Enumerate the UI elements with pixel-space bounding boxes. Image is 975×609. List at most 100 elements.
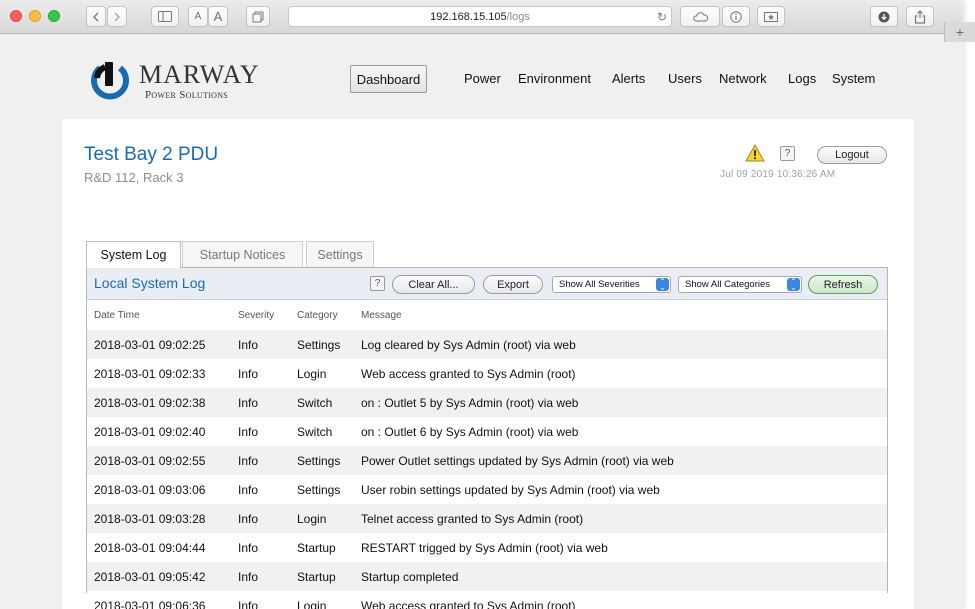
table-row: 2018-03-01 09:02:33 Info Login Web access g… [87, 359, 887, 388]
log-cell-datetime: 2018-03-01 09:06:36 [87, 591, 231, 609]
log-cell-severity: Info [231, 533, 290, 562]
forward-button[interactable] [107, 6, 127, 27]
address-bar[interactable]: 192.168.15.105/logs [288, 6, 672, 27]
table-row: 2018-03-01 09:03:28 Info Login Telnet acces… [87, 504, 887, 533]
table-row: 2018-03-01 09:02:55 Info Settings Power Out… [87, 446, 887, 475]
log-cell-message: User robin settings updated by Sys Admin… [354, 475, 887, 504]
log-help-label: ? [374, 278, 381, 289]
new-tab-button[interactable]: + [944, 22, 975, 42]
nav-alerts[interactable]: Alerts [612, 71, 645, 86]
device-location: R&D 112, Rack 3 [84, 170, 184, 185]
downloads-button[interactable] [870, 6, 898, 27]
increase-text-size-button[interactable]: A [208, 6, 228, 27]
table-row: 2018-03-01 09:02:40 Info Switch on : Outlet… [87, 417, 887, 446]
severity-filter-value: Show All Severities [559, 279, 640, 290]
close-window-button[interactable] [10, 10, 22, 22]
log-cell-category: Settings [290, 475, 354, 504]
table-row: 2018-03-01 09:02:38 Info Switch on : Outlet… [87, 388, 887, 417]
nav-system[interactable]: System [832, 71, 875, 86]
download-icon [878, 11, 890, 22]
nav-dashboard-label: Dashboard [356, 71, 421, 87]
log-cell-message: Telnet access granted to Sys Admin (root… [354, 504, 887, 533]
log-table-header: Date Time Severity Category Message [87, 301, 887, 330]
log-cell-category: Settings [290, 446, 354, 475]
tab-startup-notices-label: Startup Notices [199, 247, 286, 262]
table-row: 2018-03-01 09:05:42 Info Startup Startup co… [87, 562, 887, 591]
log-cell-datetime: 2018-03-01 09:04:44 [87, 533, 231, 562]
log-cell-message: RESTART trigged by Sys Admin (root) via … [354, 533, 887, 562]
chevron-right-icon [114, 12, 120, 21]
logout-label: Logout [835, 149, 869, 161]
nav-users[interactable]: Users [668, 71, 702, 86]
browser-window: A A 192.168.15.105/logs ↻ MARWAY Power S… [0, 0, 975, 609]
category-filter-select[interactable]: Show All Categories ⌃ ⌄ [678, 276, 802, 293]
log-cell-category: Login [290, 591, 354, 609]
select-chevron-icon: ⌃ ⌄ [656, 277, 669, 291]
nav-power[interactable]: Power [464, 71, 501, 86]
log-cell-message: Web access granted to Sys Admin (root) [354, 359, 887, 388]
log-cell-datetime: 2018-03-01 09:05:42 [87, 562, 231, 591]
tabs-icon [252, 11, 264, 22]
log-cell-severity: Info [231, 417, 290, 446]
log-cell-severity: Info [231, 562, 290, 591]
log-help-button[interactable]: ? [370, 276, 385, 291]
back-button[interactable] [86, 6, 106, 27]
column-header-datetime: Date Time [94, 310, 140, 321]
log-table: Date Time Severity Category Message 2018… [87, 301, 887, 609]
nav-logs[interactable]: Logs [788, 71, 816, 86]
brand-tagline: Power Solutions [145, 89, 229, 101]
log-cell-category: Switch [290, 417, 354, 446]
clear-all-label: Clear All... [408, 278, 459, 291]
brand-name: MARWAY [139, 60, 260, 89]
log-cell-message: Log cleared by Sys Admin (root) via web [354, 330, 887, 359]
log-cell-severity: Info [231, 446, 290, 475]
severity-filter-select[interactable]: Show All Severities ⌃ ⌄ [552, 276, 671, 293]
refresh-button[interactable]: Refresh [808, 275, 878, 294]
log-cell-severity: Info [231, 359, 290, 388]
share-button[interactable] [906, 6, 934, 27]
column-header-category: Category [297, 310, 338, 321]
tab-system-log[interactable]: System Log [86, 241, 181, 268]
log-cell-category: Settings [290, 330, 354, 359]
log-cell-severity: Info [231, 504, 290, 533]
warning-icon[interactable] [745, 144, 765, 162]
nav-environment[interactable]: Environment [518, 71, 591, 86]
log-cell-category: Startup [290, 562, 354, 591]
log-cell-datetime: 2018-03-01 09:03:06 [87, 475, 231, 504]
bookmark-button[interactable] [757, 6, 785, 27]
log-cell-message: on : Outlet 6 by Sys Admin (root) via we… [354, 417, 887, 446]
log-cell-severity: Info [231, 591, 290, 609]
select-chevron-icon: ⌃ ⌄ [787, 277, 800, 291]
log-cell-datetime: 2018-03-01 09:02:40 [87, 417, 231, 446]
log-cell-severity: Info [231, 388, 290, 417]
sidebar-icon [158, 11, 172, 22]
log-cell-datetime: 2018-03-01 09:02:33 [87, 359, 231, 388]
help-button[interactable]: ? [780, 146, 795, 161]
info-button[interactable] [722, 6, 750, 27]
table-row: 2018-03-01 09:06:36 Info Login Web access g… [87, 591, 887, 609]
sidebar-button[interactable] [151, 6, 179, 27]
logout-button[interactable]: Logout [817, 146, 887, 164]
system-log-panel: Local System Log ? Clear All... Export S… [86, 267, 888, 609]
reload-icon[interactable]: ↻ [657, 10, 667, 24]
clear-all-button[interactable]: Clear All... [392, 275, 475, 294]
decrease-text-size-button[interactable]: A [188, 6, 208, 27]
log-cell-datetime: 2018-03-01 09:02:55 [87, 446, 231, 475]
log-cell-category: Switch [290, 388, 354, 417]
tab-startup-notices[interactable]: Startup Notices [182, 241, 303, 267]
export-button[interactable]: Export [483, 275, 543, 294]
log-cell-category: Login [290, 504, 354, 533]
log-cell-datetime: 2018-03-01 09:02:38 [87, 388, 231, 417]
log-cell-datetime: 2018-03-01 09:02:25 [87, 330, 231, 359]
tab-overview-button[interactable] [246, 6, 270, 27]
zoom-window-button[interactable] [48, 10, 60, 22]
marway-power-logo-icon [91, 62, 129, 100]
log-cell-severity: Info [231, 330, 290, 359]
refresh-label: Refresh [823, 278, 863, 291]
log-cell-message: on : Outlet 5 by Sys Admin (root) via we… [354, 388, 887, 417]
nav-network[interactable]: Network [719, 71, 767, 86]
tab-settings[interactable]: Settings [306, 241, 374, 267]
icloud-tabs-button[interactable] [680, 6, 720, 27]
nav-dashboard[interactable]: Dashboard [350, 65, 427, 93]
minimize-window-button[interactable] [29, 10, 41, 22]
